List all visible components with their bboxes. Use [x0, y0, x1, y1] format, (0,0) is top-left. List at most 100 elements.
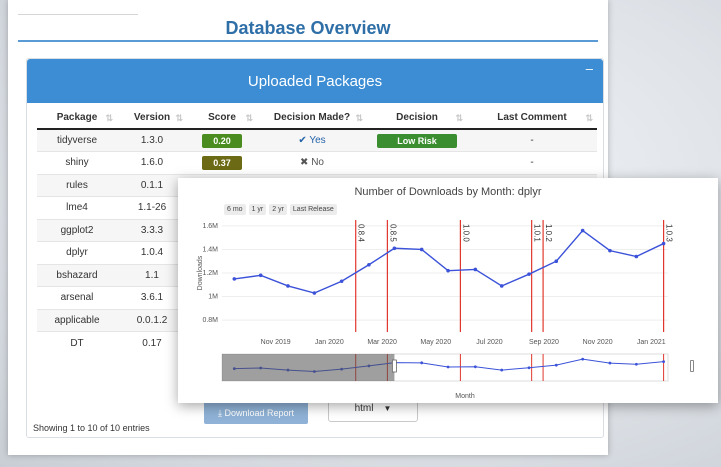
- page-header: Database Overview: [18, 8, 598, 42]
- data-point: [527, 272, 531, 276]
- x-tick-label: Mar 2020: [367, 339, 397, 346]
- data-point: [392, 246, 397, 251]
- score-badge: 0.37: [202, 155, 242, 170]
- version-cell: 0.1.1: [117, 173, 187, 197]
- x-tick-label: Nov 2020: [583, 339, 613, 346]
- column-header-label: Decision: [396, 112, 438, 123]
- column-header-decision[interactable]: Decision ⇅: [367, 107, 467, 130]
- column-header-label: Score: [208, 112, 236, 123]
- package-cell: ggplot2: [37, 218, 117, 242]
- version-cell: 1.6.0: [117, 151, 187, 174]
- slider-handle: [392, 359, 397, 373]
- data-point: [367, 262, 371, 267]
- sort-icon: ⇅: [175, 113, 183, 123]
- data-point: [661, 241, 666, 246]
- column-header-version[interactable]: Version ⇅: [117, 107, 187, 130]
- version-cell: 1.3.0: [117, 128, 187, 152]
- card-title: Uploaded Packages: [247, 73, 383, 90]
- tab-divider: [18, 14, 138, 15]
- version-cell: 3.6.1: [117, 286, 187, 309]
- decision-made-cell: ✖ No: [257, 151, 367, 174]
- sort-icon: ⇅: [585, 113, 593, 123]
- release-label: 1.0.0: [461, 224, 470, 242]
- slider-data-point: [608, 361, 612, 365]
- table-header-row: Package ⇅ Version ⇅ Score ⇅ Decision Made? ⇅…: [37, 107, 597, 130]
- decision-cell: [367, 151, 467, 174]
- data-point: [580, 228, 585, 233]
- slider-data-point: [662, 360, 666, 364]
- slider-data-point: [420, 361, 424, 365]
- format-value: html: [354, 403, 374, 414]
- column-header-last-comment[interactable]: Last Comment ⇅: [467, 107, 597, 130]
- version-cell: 1.0.4: [117, 241, 187, 264]
- package-cell: arsenal: [37, 286, 117, 309]
- package-cell: lme4: [37, 196, 117, 219]
- decision-badge: Low Risk: [377, 133, 457, 148]
- x-tick-label: Jan 2020: [315, 339, 344, 346]
- download-report-button[interactable]: ⤓ Download Report: [204, 402, 308, 424]
- check-icon: ✔: [298, 135, 310, 146]
- data-point: [286, 284, 290, 288]
- x-tick-label: Nov 2019: [261, 339, 291, 346]
- page-title: Database Overview: [225, 18, 391, 38]
- package-cell: DT: [37, 331, 117, 354]
- package-cell: shiny: [37, 151, 117, 174]
- data-point: [554, 259, 559, 264]
- column-header-label: Package: [56, 112, 98, 123]
- downloads-line-chart[interactable]: 0.8M 1M 1.2M 1.4M 1.6M Downloads Nov 2019 Jan 2…: [178, 178, 718, 403]
- slider-data-point: [634, 362, 638, 366]
- package-cell: rules: [37, 173, 117, 197]
- downloads-series-line: [234, 229, 664, 294]
- x-tick-label: Jul 2020: [476, 339, 503, 346]
- package-cell: applicable: [37, 308, 117, 332]
- sort-icon: ⇅: [455, 113, 463, 123]
- column-header-decision-made[interactable]: Decision Made? ⇅: [257, 107, 367, 130]
- data-point: [339, 279, 344, 284]
- slider-data-point: [581, 357, 585, 361]
- version-cell: 1.1: [117, 263, 187, 287]
- sort-icon: ⇅: [105, 113, 113, 123]
- table-info-text: Showing 1 to 10 of 10 entries: [33, 423, 150, 433]
- collapse-icon[interactable]: –: [586, 61, 593, 76]
- release-label: 1.0.3: [665, 224, 674, 242]
- slider-data-point: [554, 363, 558, 367]
- x-tick-label: Sep 2020: [529, 339, 559, 346]
- chevron-down-icon: ▼: [383, 404, 392, 413]
- score-badge: 0.20: [202, 133, 242, 148]
- version-cell: 0.17: [117, 331, 187, 354]
- slider-data-point: [473, 365, 477, 369]
- y-axis-label: Downloads: [197, 255, 204, 290]
- data-point: [473, 267, 478, 272]
- data-point: [312, 291, 317, 295]
- version-cell: 0.0.1.2: [117, 308, 187, 332]
- comment-cell: -: [467, 128, 597, 152]
- table-row[interactable]: shiny 1.6.0 0.37 ✖ No -: [37, 151, 597, 174]
- column-header-score[interactable]: Score ⇅: [187, 107, 257, 130]
- column-header-label: Version: [133, 112, 171, 123]
- cross-icon: ✖: [300, 157, 312, 169]
- y-tick-label: 1.4M: [202, 246, 218, 253]
- release-label: 0.8.5: [388, 224, 397, 242]
- slider-data-point: [500, 368, 504, 372]
- data-point: [419, 247, 424, 252]
- download-button-label: Download Report: [224, 408, 295, 418]
- card-header: Uploaded Packages –: [27, 59, 603, 103]
- release-label: 0.8.4: [357, 224, 366, 242]
- slider-data-point: [446, 365, 450, 369]
- resize-handle[interactable]: [690, 360, 694, 372]
- table-row[interactable]: tidyverse 1.3.0 0.20 ✔ Yes Low Risk -: [37, 128, 597, 152]
- package-cell: bshazard: [37, 263, 117, 287]
- y-tick-label: 1.2M: [202, 270, 218, 277]
- release-label: 1.0.2: [544, 224, 553, 242]
- data-point: [232, 277, 237, 281]
- data-point: [258, 273, 263, 278]
- slider-data-point: [527, 366, 531, 370]
- decision-made-value: No: [311, 157, 324, 169]
- decision-cell: Low Risk: [367, 128, 467, 152]
- column-header-package[interactable]: Package ⇅: [37, 107, 117, 130]
- slider-mask: [222, 354, 395, 381]
- package-cell: dplyr: [37, 241, 117, 264]
- data-point: [499, 284, 504, 288]
- sort-icon: ⇅: [355, 113, 363, 123]
- downloads-chart-panel: Number of Downloads by Month: dplyr 6 mo…: [178, 178, 718, 403]
